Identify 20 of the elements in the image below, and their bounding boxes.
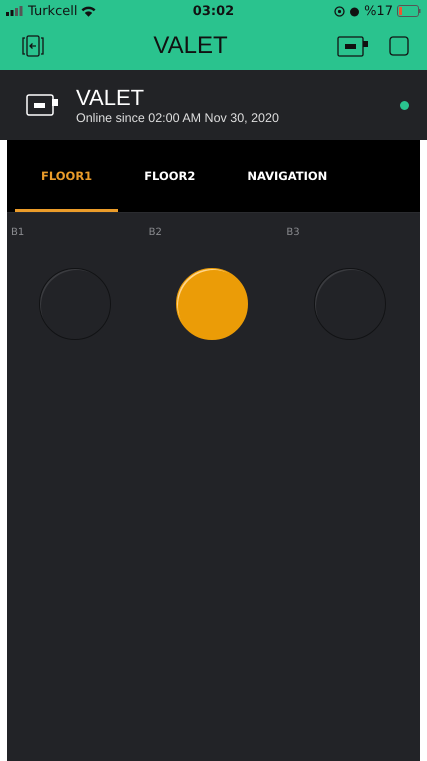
device-name: VALET — [76, 85, 146, 111]
rotation-lock-icon — [334, 6, 346, 16]
battery-icon — [396, 5, 421, 17]
button-label: B3 — [286, 227, 300, 238]
signal-icon — [6, 6, 24, 16]
alarm-icon — [349, 6, 360, 16]
wifi-icon — [81, 6, 96, 16]
device-icon[interactable] — [337, 34, 371, 58]
clock-time: 03:02 — [192, 4, 234, 18]
exit-icon[interactable] — [22, 35, 44, 57]
battery-percent: %17 — [364, 4, 393, 18]
tab[interactable]: NAVIGATION — [221, 140, 354, 212]
button-label: B2 — [148, 227, 162, 238]
device-board-icon — [26, 93, 60, 117]
screen-title: VALET — [153, 32, 228, 60]
carrier-name: Turkcell — [28, 4, 78, 18]
square-icon[interactable] — [389, 36, 409, 56]
button-label: B1 — [11, 227, 24, 238]
tab[interactable]: FLOOR2 — [118, 140, 222, 212]
device-status: Online since 02:00 AM Nov 30, 2020 — [76, 111, 280, 125]
